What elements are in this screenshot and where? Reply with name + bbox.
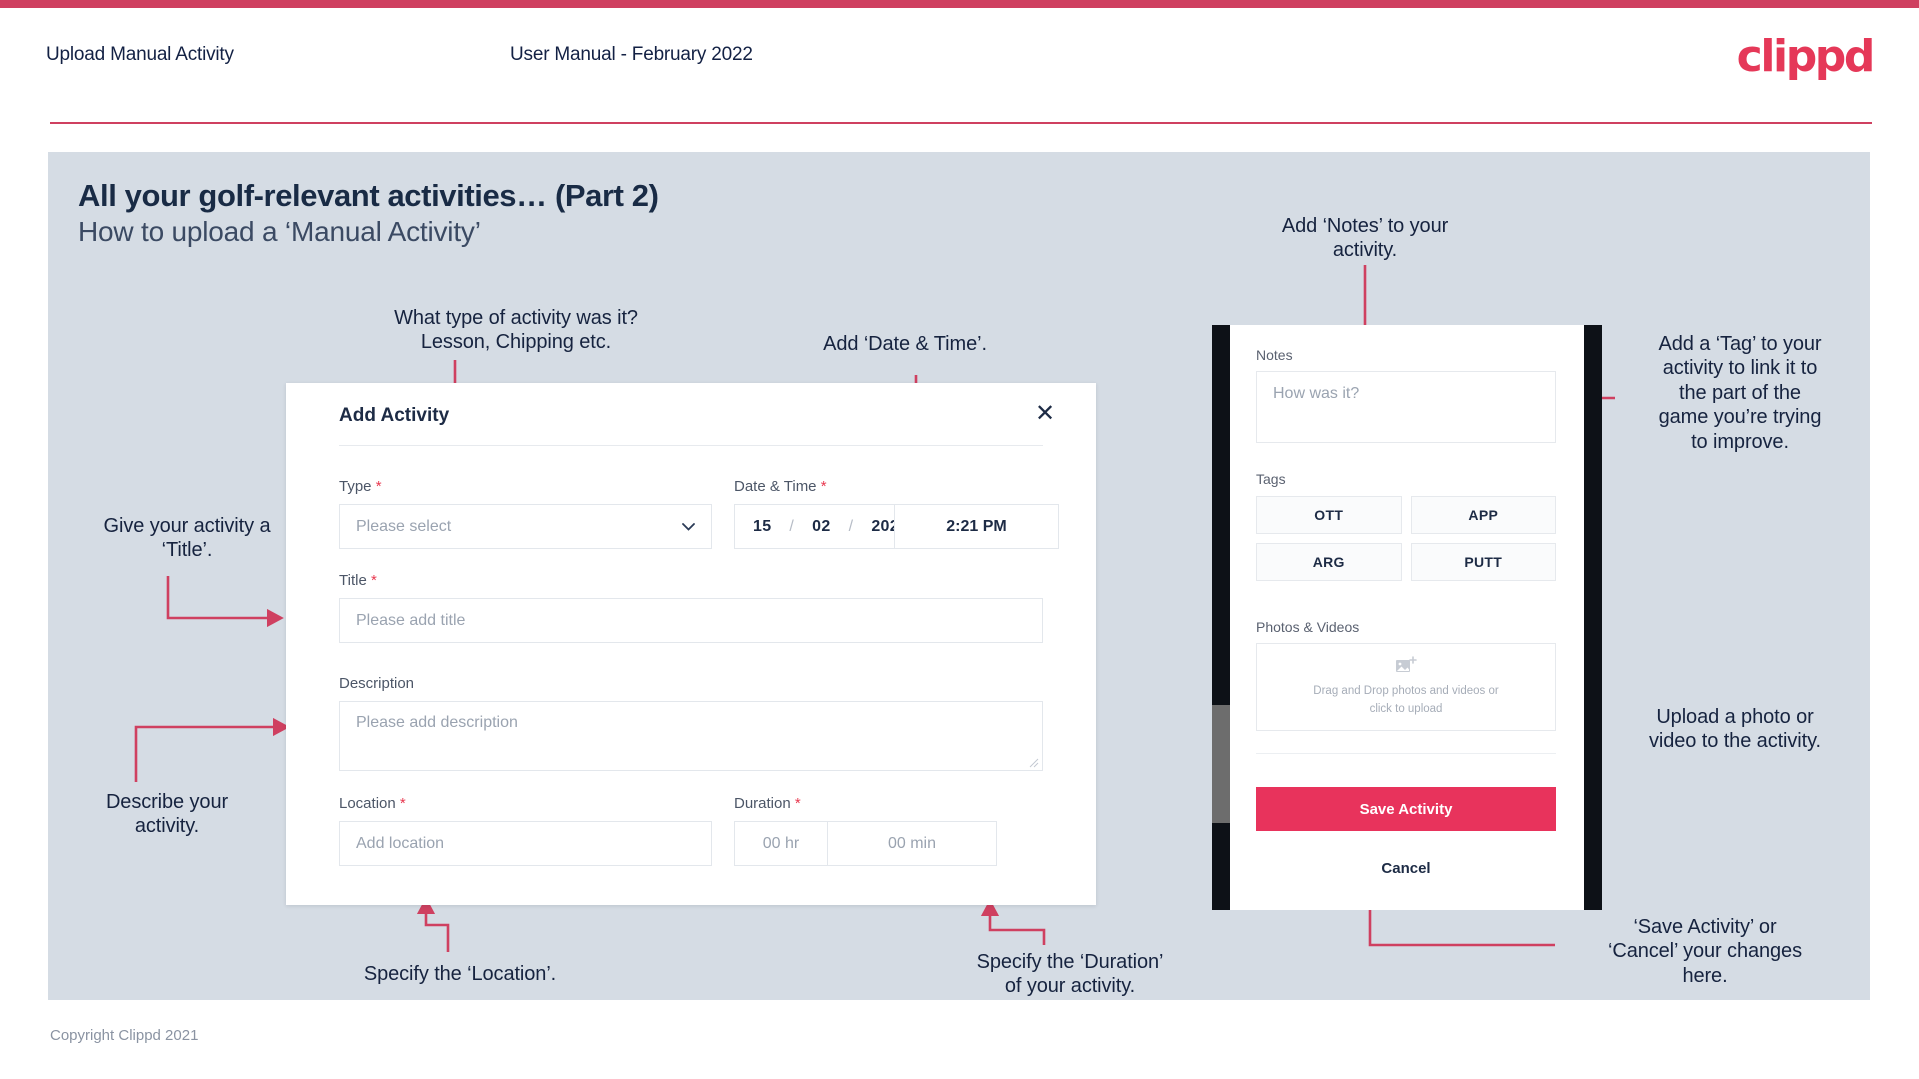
date-sep-1: / xyxy=(789,517,795,535)
phone-notes-label: Notes xyxy=(1256,347,1293,363)
phone-notes-placeholder: How was it? xyxy=(1273,385,1360,402)
phone-divider xyxy=(1256,753,1556,754)
add-image-icon xyxy=(1396,656,1417,673)
required-marker: * xyxy=(370,572,377,589)
annotation-datetime: Add ‘Date & Time’. xyxy=(823,333,987,355)
time-value: 2:21 PM xyxy=(946,517,1007,535)
phone-screen: Notes How was it? Tags OTT APP ARG PUTT xyxy=(1230,325,1584,910)
save-activity-button[interactable]: Save Activity xyxy=(1256,787,1556,831)
slide-title: All your golf-relevant activities… (Part… xyxy=(78,178,659,213)
close-icon[interactable]: ✕ xyxy=(1032,400,1058,426)
phone-side-button xyxy=(1212,705,1230,823)
dropzone-text-line2: click to upload xyxy=(1369,702,1443,715)
annotation-savecancel: ‘Save Activity’ or ‘Cancel’ your changes h… xyxy=(1608,916,1802,987)
modal-header: Add Activity ✕ xyxy=(286,383,1096,445)
field-type-label: Type * xyxy=(339,478,712,495)
annotation-upload: Upload a photo or video to the activity. xyxy=(1649,706,1821,753)
duration-minutes-input[interactable]: 00 min xyxy=(827,821,997,866)
annotation-duration: Specify the ‘Duration’ of your activity. xyxy=(976,951,1164,998)
required-marker: * xyxy=(820,478,827,495)
duration-minutes-placeholder: 00 min xyxy=(887,834,937,852)
field-description-label: Description xyxy=(339,675,1043,692)
date-day: 15 xyxy=(753,517,772,535)
annotation-title: Give your activity a ‘Title’. xyxy=(103,515,271,562)
date-input[interactable]: 15 / 02 / 2022 xyxy=(734,504,908,549)
cancel-button[interactable]: Cancel xyxy=(1256,860,1556,877)
field-title-label-text: Title xyxy=(339,572,367,589)
field-description: Description Please add description xyxy=(339,675,1043,771)
field-duration-label: Duration * xyxy=(734,795,1060,812)
type-select[interactable]: Please select xyxy=(339,504,712,549)
description-textarea[interactable]: Please add description xyxy=(339,701,1043,771)
field-location: Location * Add location xyxy=(339,795,712,866)
field-duration: Duration * 00 hr 00 min xyxy=(734,795,1060,866)
annotation-type: What type of activity was it? Lesson, Chi… xyxy=(394,307,638,354)
phone-photos-label: Photos & Videos xyxy=(1256,619,1360,635)
annotation-location: Specify the ‘Location’. xyxy=(363,963,557,985)
annotation-describe: Describe your activity. xyxy=(105,791,229,838)
field-duration-label-text: Duration xyxy=(734,795,791,812)
slide-subtitle: How to upload a ‘Manual Activity’ xyxy=(78,216,481,247)
phone-tags-block: Tags OTT APP ARG PUTT xyxy=(1256,471,1556,581)
clippd-logo: clippd xyxy=(1736,31,1876,82)
phone-mockup: Notes How was it? Tags OTT APP ARG PUTT xyxy=(1212,325,1602,910)
field-location-label: Location * xyxy=(339,795,712,812)
dropzone-text-line1: Drag and Drop photos and videos or xyxy=(1313,685,1499,698)
title-input[interactable]: Please add title xyxy=(339,598,1043,643)
field-type: Type * Please select xyxy=(339,478,712,549)
title-input-placeholder: Please add title xyxy=(356,611,466,629)
tag-button-app[interactable]: APP xyxy=(1410,496,1556,534)
field-type-label-text: Type xyxy=(339,478,372,495)
photo-dropzone[interactable]: Drag and Drop photos and videos or click… xyxy=(1256,643,1556,731)
tag-button-arg[interactable]: ARG xyxy=(1256,543,1402,581)
phone-notes-input[interactable]: How was it? xyxy=(1256,371,1556,443)
header-subtitle: User Manual - February 2022 xyxy=(510,44,753,65)
add-activity-modal: Add Activity ✕ Type * Please select Date… xyxy=(286,383,1096,905)
field-datetime-label: Date & Time * xyxy=(734,478,1060,495)
top-accent-strip xyxy=(0,0,1919,8)
date-sep-2: / xyxy=(848,517,854,535)
location-input[interactable]: Add location xyxy=(339,821,712,866)
slide-root: Upload Manual Activity User Manual - Feb… xyxy=(0,0,1919,1079)
time-input[interactable]: 2:21 PM xyxy=(894,504,1059,549)
tag-button-ott[interactable]: OTT xyxy=(1256,496,1402,534)
duration-hours-input[interactable]: 00 hr xyxy=(734,821,827,866)
phone-tags-label: Tags xyxy=(1256,471,1286,487)
required-marker: * xyxy=(399,795,406,812)
required-marker: * xyxy=(794,795,801,812)
header-title: Upload Manual Activity xyxy=(46,44,234,65)
field-title-label: Title * xyxy=(339,572,1043,589)
modal-title: Add Activity xyxy=(339,405,450,426)
resize-grip-icon[interactable] xyxy=(1029,758,1039,768)
header-divider xyxy=(50,122,1872,124)
description-placeholder: Please add description xyxy=(356,714,518,731)
field-description-label-text: Description xyxy=(339,675,415,692)
chevron-down-icon xyxy=(682,522,695,531)
phone-photos-block: Photos & Videos Drag and Drop photos and… xyxy=(1256,619,1556,731)
duration-hours-placeholder: 00 hr xyxy=(762,834,800,852)
date-month: 02 xyxy=(812,517,831,535)
copyright-text: Copyright Clippd 2021 xyxy=(50,1027,199,1044)
annotation-tag: Add a ‘Tag’ to your activity to link it t… xyxy=(1658,333,1822,453)
tag-button-putt[interactable]: PUTT xyxy=(1410,543,1556,581)
type-select-placeholder: Please select xyxy=(356,517,452,535)
location-placeholder: Add location xyxy=(356,834,445,852)
required-marker: * xyxy=(375,478,382,495)
field-datetime: Date & Time * 15 / 02 / 2022 2:21 PM xyxy=(734,478,1060,549)
field-datetime-label-text: Date & Time xyxy=(734,478,817,495)
field-location-label-text: Location xyxy=(339,795,396,812)
phone-notes-block: Notes How was it? xyxy=(1256,347,1556,443)
modal-header-divider xyxy=(339,445,1043,446)
annotation-notes: Add ‘Notes’ to your activity. xyxy=(1281,215,1449,262)
field-title: Title * Please add title xyxy=(339,572,1043,643)
phone-bezel-right xyxy=(1584,325,1602,910)
